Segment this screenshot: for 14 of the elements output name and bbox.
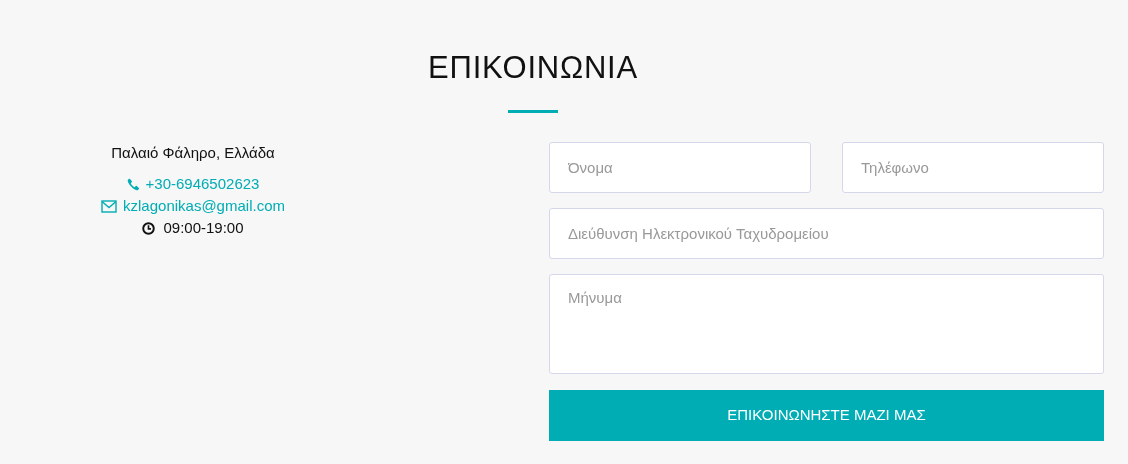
phone-icon [126, 177, 140, 191]
input-field[interactable]: Διεύθυνση Ηλεκτρονικού Ταχυδρομείου [549, 208, 1104, 259]
email-link[interactable]: kzlagonikas@gmail.com [101, 195, 285, 217]
envelope-icon [101, 199, 117, 213]
clock-icon [142, 221, 156, 235]
phone-link[interactable]: +30-6946502623 [126, 173, 260, 195]
hours-text: 09:00-19:00 [163, 218, 244, 238]
heading-underline [508, 110, 558, 113]
message-field[interactable]: Μήνυμα [549, 274, 1104, 374]
input-field[interactable]: Όνομα [549, 142, 811, 193]
address-text: Παλαιό Φάληρο, Ελλάδα [111, 143, 275, 163]
submit-button[interactable]: ΕΠΙΚΟΙΝΩΝΗΣΤΕ ΜΑΖΙ ΜΑΣ [549, 390, 1104, 441]
section-heading: ΕΠΙΚΟΙΝΩΝΙΑ [428, 49, 638, 87]
input-field[interactable]: Τηλέφωνο [842, 142, 1104, 193]
